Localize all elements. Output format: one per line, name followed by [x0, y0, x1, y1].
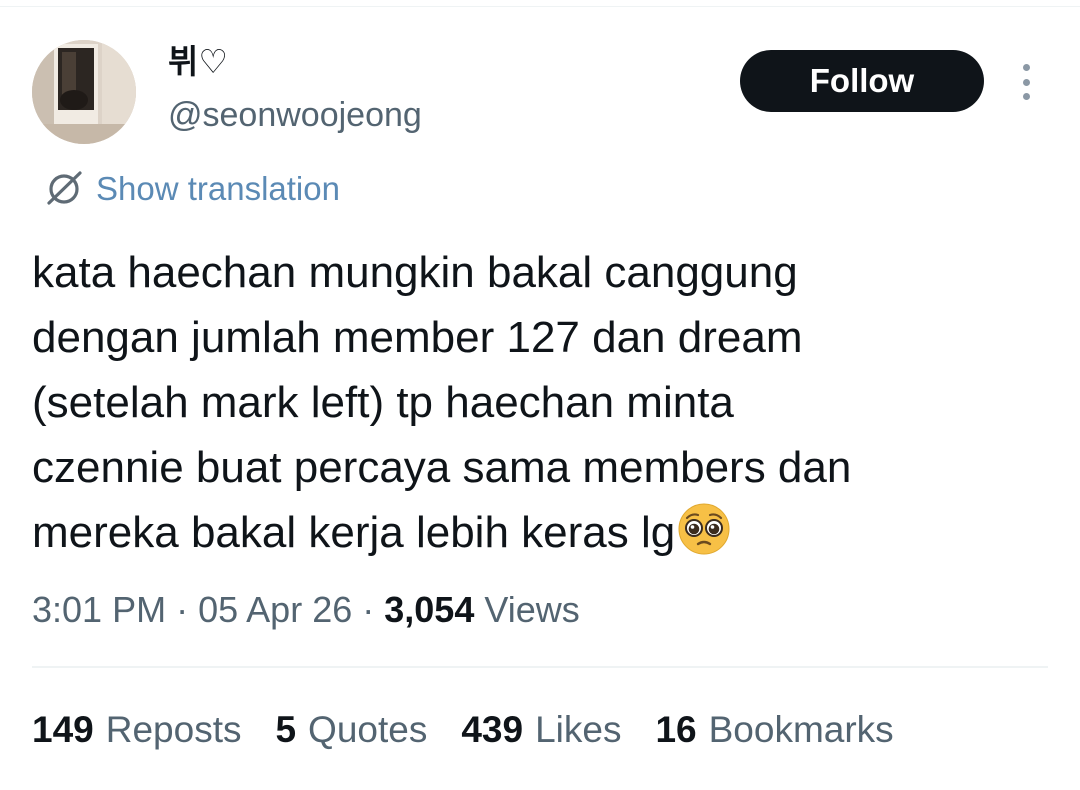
meta-separator: · — [176, 589, 189, 630]
reposts-stat[interactable]: 149 Reposts — [32, 706, 241, 754]
tweet-text-line-last: mereka bakal kerja lebih keras lg — [32, 500, 1042, 565]
meta-separator: · — [362, 589, 375, 630]
tweet-date[interactable]: 05 Apr 26 — [198, 589, 352, 630]
top-divider — [0, 6, 1080, 7]
tweet-text-line: czennie buat percaya sama members dan — [32, 443, 852, 492]
likes-count: 439 — [461, 709, 524, 750]
avatar[interactable] — [32, 40, 136, 144]
author-display-name[interactable]: 뷔♡ — [168, 42, 228, 82]
stats-divider — [32, 666, 1048, 668]
tweet-text-line: (setelah mark left) tp haechan minta — [32, 378, 734, 427]
tweet-text-line: kata haechan mungkin bakal canggung — [32, 248, 798, 297]
show-translation-link[interactable]: Show translation — [44, 166, 340, 212]
views-count: 3,054 — [384, 589, 475, 630]
more-vertical-icon[interactable] — [1014, 64, 1038, 100]
bookmarks-label: Bookmarks — [708, 709, 894, 750]
tweet-meta: 3:01 PM · 05 Apr 26 · 3,054 Views — [32, 586, 580, 634]
tweet-text: kata haechan mungkin bakal canggung deng… — [32, 240, 1042, 565]
quotes-label: Quotes — [308, 709, 428, 750]
reposts-count: 149 — [32, 709, 94, 750]
pleading-face-emoji — [678, 503, 730, 555]
globe-icon — [47, 171, 82, 205]
quotes-count: 5 — [275, 709, 297, 750]
reposts-label: Reposts — [105, 709, 242, 750]
engagement-stats: 149 Reposts 5 Quotes 439 Likes 16 Bookmarks — [32, 706, 928, 754]
bookmarks-stat[interactable]: 16 Bookmarks — [655, 706, 893, 754]
bookmarks-count: 16 — [655, 709, 697, 750]
tweet-text-line: dengan jumlah member 127 dan dream — [32, 313, 803, 362]
views-label: Views — [484, 589, 580, 630]
avatar-photo — [32, 40, 136, 144]
show-translation-label: Show translation — [96, 170, 340, 207]
likes-stat[interactable]: 439 Likes — [461, 706, 621, 754]
follow-button[interactable]: Follow — [740, 50, 984, 112]
quotes-stat[interactable]: 5 Quotes — [275, 706, 427, 754]
tweet-text-line-content: mereka bakal kerja lebih keras lg — [32, 508, 676, 557]
likes-label: Likes — [535, 709, 622, 750]
author-handle[interactable]: @seonwoojeong — [168, 94, 422, 136]
tweet-time[interactable]: 3:01 PM — [32, 589, 166, 630]
